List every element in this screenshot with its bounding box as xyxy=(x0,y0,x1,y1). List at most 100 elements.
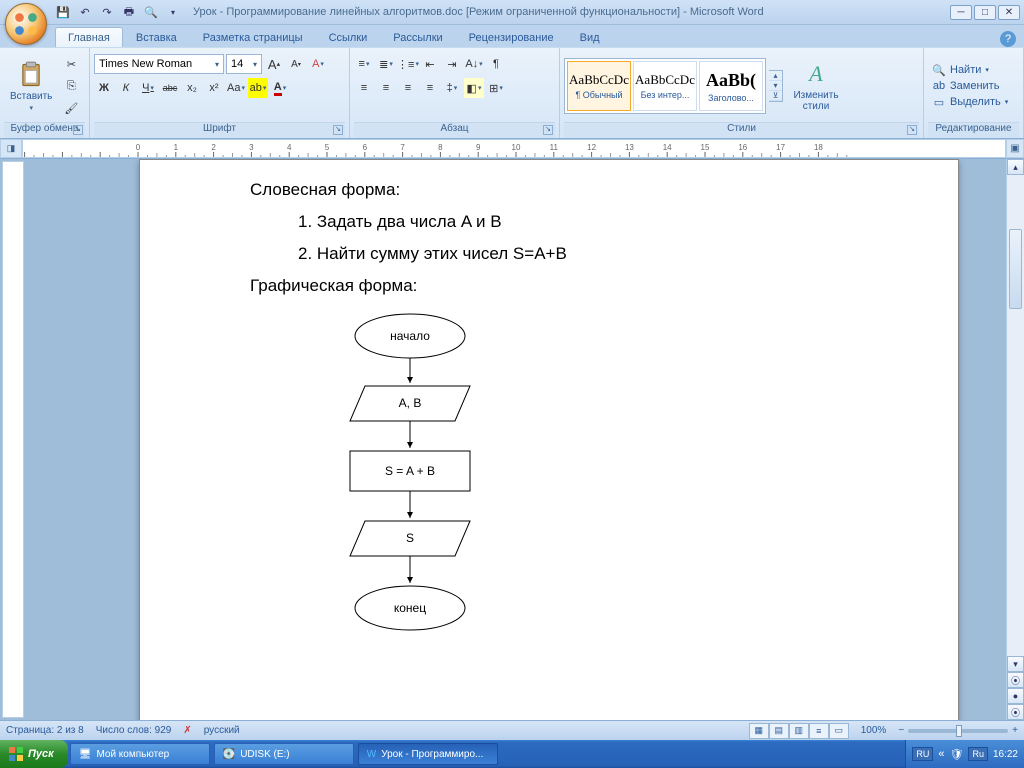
task-item-word[interactable]: WУрок - Программиро... xyxy=(358,743,498,765)
status-language[interactable]: русский xyxy=(204,725,240,736)
redo-icon[interactable]: ↷ xyxy=(99,4,115,20)
zoom-slider[interactable]: − + xyxy=(898,725,1018,736)
styles-gallery[interactable]: AaBbCcDc¶ Обычный AaBbCcDcБез интер... A… xyxy=(564,58,766,114)
shading-button[interactable]: ◧ xyxy=(464,78,484,98)
zoom-level[interactable]: 100% xyxy=(861,725,887,736)
next-page-button[interactable]: ⦿ xyxy=(1007,704,1024,720)
svg-text:4: 4 xyxy=(287,143,292,152)
web-view[interactable]: ▥ xyxy=(789,723,809,739)
horizontal-ruler[interactable]: 0123456789101112131415161718 xyxy=(22,139,1006,158)
strike-button[interactable]: abc xyxy=(160,78,180,98)
preview-icon[interactable]: 🔍 xyxy=(143,4,159,20)
shrink-font-button[interactable]: A▾ xyxy=(286,54,306,74)
qat-more-icon[interactable]: ▾ xyxy=(165,4,181,20)
subscript-button[interactable]: x₂ xyxy=(182,78,202,98)
ruler-corner[interactable]: ◨ xyxy=(0,139,22,158)
reading-view[interactable]: ▤ xyxy=(769,723,789,739)
grow-font-button[interactable]: A▴ xyxy=(264,54,284,74)
draft-view[interactable]: ▭ xyxy=(829,723,849,739)
task-item-my-computer[interactable]: 🖥Мой компьютер xyxy=(70,743,210,765)
status-words[interactable]: Число слов: 929 xyxy=(96,725,172,736)
replace-button[interactable]: abЗаменить xyxy=(932,79,1008,93)
cut-button[interactable]: ✂ xyxy=(61,54,81,74)
view-buttons: ▦ ▤ ▥ ≡ ▭ xyxy=(749,723,849,739)
tab-references[interactable]: Ссылки xyxy=(316,27,381,47)
window-title: Урок - Программирование линейных алгорит… xyxy=(193,6,950,18)
style-normal[interactable]: AaBbCcDc¶ Обычный xyxy=(567,61,631,111)
office-button[interactable] xyxy=(5,3,47,45)
scroll-thumb[interactable] xyxy=(1009,229,1022,309)
font-name-combo[interactable]: Times New Roman▾ xyxy=(94,54,224,74)
help-button[interactable]: ? xyxy=(1000,31,1016,47)
browse-object-button[interactable]: ● xyxy=(1007,688,1024,704)
status-proofing-icon[interactable]: ✗ xyxy=(183,725,191,736)
line-spacing-button[interactable]: ‡ xyxy=(442,78,462,98)
find-button[interactable]: 🔍Найти ▾ xyxy=(932,63,1008,77)
outline-view[interactable]: ≡ xyxy=(809,723,829,739)
tab-home[interactable]: Главная xyxy=(55,27,123,47)
clipboard-launcher[interactable]: ↘ xyxy=(73,125,83,135)
tab-insert[interactable]: Вставка xyxy=(123,27,190,47)
scroll-up-button[interactable]: ▴ xyxy=(1007,159,1024,175)
status-page[interactable]: Страница: 2 из 8 xyxy=(6,725,84,736)
align-center-button[interactable]: ≡ xyxy=(376,78,396,98)
tab-page-layout[interactable]: Разметка страницы xyxy=(190,27,316,47)
bold-button[interactable]: Ж xyxy=(94,78,114,98)
save-icon[interactable]: 💾 xyxy=(55,4,71,20)
minimize-button[interactable]: ─ xyxy=(950,5,972,20)
zoom-out-button[interactable]: − xyxy=(898,725,904,736)
styles-launcher[interactable]: ↘ xyxy=(907,125,917,135)
zoom-in-button[interactable]: + xyxy=(1012,725,1018,736)
lang-indicator-2[interactable]: Ru xyxy=(968,747,988,761)
multilevel-button[interactable]: ⋮≡ xyxy=(398,54,418,74)
ruler-toggle[interactable]: ▣ xyxy=(1006,139,1024,158)
select-button[interactable]: ▭Выделить ▾ xyxy=(932,95,1008,109)
highlight-button[interactable]: ab xyxy=(248,78,268,98)
tab-review[interactable]: Рецензирование xyxy=(456,27,567,47)
scroll-down-button[interactable]: ▾ xyxy=(1007,656,1024,672)
superscript-button[interactable]: x² xyxy=(204,78,224,98)
show-marks-button[interactable]: ¶ xyxy=(486,54,506,74)
maximize-button[interactable]: □ xyxy=(974,5,996,20)
borders-button[interactable]: ⊞ xyxy=(486,78,506,98)
copy-button[interactable]: ⎘ xyxy=(61,76,81,96)
task-item-udisk[interactable]: 💽UDISK (E:) xyxy=(214,743,354,765)
lang-indicator-1[interactable]: RU xyxy=(912,747,933,761)
clear-format-button[interactable]: A xyxy=(308,54,328,74)
inc-indent-button[interactable]: ⇥ xyxy=(442,54,462,74)
align-right-button[interactable]: ≡ xyxy=(398,78,418,98)
font-size-combo[interactable]: 14▾ xyxy=(226,54,262,74)
tray-icon-2[interactable]: 🛡 xyxy=(949,748,963,761)
styles-more[interactable]: ▴▾⊻ xyxy=(769,70,783,102)
start-button[interactable]: Пуск xyxy=(0,740,68,768)
paste-button[interactable]: Вставить ▾ xyxy=(4,59,58,114)
justify-button[interactable]: ≡ xyxy=(420,78,440,98)
tray-icon-1[interactable]: « xyxy=(938,748,944,760)
vertical-ruler[interactable] xyxy=(2,161,24,718)
document-viewport[interactable]: Словесная форма: 1. Задать два числа A и… xyxy=(24,159,1024,720)
style-no-spacing[interactable]: AaBbCcDcБез интер... xyxy=(633,61,697,111)
align-left-button[interactable]: ≡ xyxy=(354,78,374,98)
undo-icon[interactable]: ↶ xyxy=(77,4,93,20)
underline-button[interactable]: Ч xyxy=(138,78,158,98)
print-layout-view[interactable]: ▦ xyxy=(749,723,769,739)
prev-page-button[interactable]: ⦿ xyxy=(1007,672,1024,688)
change-case-button[interactable]: Aa xyxy=(226,78,246,98)
vertical-scrollbar[interactable]: ▴ ▾ ⦿ ● ⦿ xyxy=(1006,159,1024,720)
change-styles-button[interactable]: A Изменить стили xyxy=(786,58,846,114)
style-heading[interactable]: AaBb(Заголово... xyxy=(699,61,763,111)
font-color-button[interactable]: A xyxy=(270,78,290,98)
sort-button[interactable]: A↓ xyxy=(464,54,484,74)
clock[interactable]: 16:22 xyxy=(993,749,1018,760)
dec-indent-button[interactable]: ⇤ xyxy=(420,54,440,74)
print-icon[interactable]: 🖶 xyxy=(121,4,137,20)
close-button[interactable]: ✕ xyxy=(998,5,1020,20)
tab-mailings[interactable]: Рассылки xyxy=(380,27,455,47)
paragraph-launcher[interactable]: ↘ xyxy=(543,125,553,135)
format-painter-button[interactable]: 🖌 xyxy=(61,98,81,118)
bullets-button[interactable]: ≡ xyxy=(354,54,374,74)
tab-view[interactable]: Вид xyxy=(567,27,613,47)
italic-button[interactable]: К xyxy=(116,78,136,98)
numbering-button[interactable]: ≣ xyxy=(376,54,396,74)
font-launcher[interactable]: ↘ xyxy=(333,125,343,135)
